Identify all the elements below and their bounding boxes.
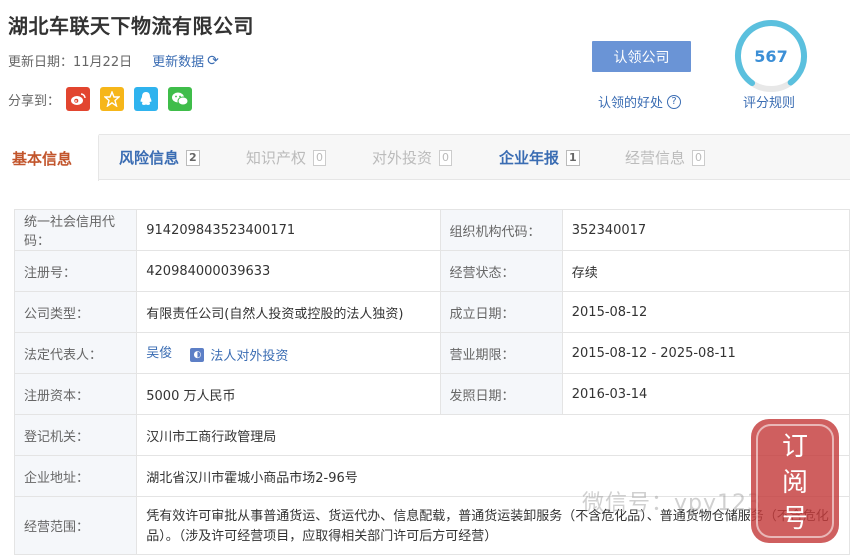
company-type-value: 有限责任公司(自然人投资或控股的法人独资) — [136, 291, 441, 333]
share-row: 分享到： — [8, 87, 193, 111]
score-rules-link[interactable]: 评分规则 — [743, 92, 795, 111]
tab-count-badge: 1 — [566, 149, 580, 166]
claim-benefit-label: 认领的好处 — [598, 96, 664, 111]
org-code-value: 352340017 — [561, 209, 850, 251]
tab-annual-report[interactable]: 企业年报 1 — [499, 135, 580, 180]
tabs-bar: 基本信息 风险信息 2 知识产权 0 对外投资 0 企业年报 1 经营信息 0 — [0, 134, 850, 181]
capital-value: 5000 万人民币 — [136, 373, 441, 415]
founded-label: 成立日期： — [439, 291, 563, 333]
scope-cell: 凭有效许可审批从事普通货运、货运代办、信息配载，普通货运装卸服务（不含危化品）、… — [136, 496, 850, 555]
update-row: 更新日期：11月22日 更新数据 ⟳ — [8, 51, 219, 71]
tab-label: 经营信息 — [625, 149, 686, 167]
refresh-data-link[interactable]: 更新数据 ⟳ — [152, 51, 219, 71]
capital-label: 注册资本： — [13, 373, 138, 415]
founded-value: 2015-08-12 — [561, 291, 850, 333]
legal-rep-cell: 吴俊 ◐ 法人对外投资 — [136, 332, 441, 374]
share-label: 分享到： — [8, 93, 61, 109]
basic-info-table: 统一社会信用代码： 914209843523400171 组织机构代码： 352… — [13, 209, 850, 555]
reg-no-value: 420984000039633 — [136, 250, 441, 292]
rep-investment-label: 法人对外投资 — [210, 349, 289, 365]
claim-company-button[interactable]: 认领公司 — [592, 41, 691, 72]
tab-label: 企业年报 — [499, 149, 560, 167]
tab-intellectual-property[interactable]: 知识产权 0 — [246, 135, 327, 180]
claim-benefit-link[interactable]: 认领的好处 ? — [598, 92, 682, 111]
table-row: 公司类型： 有限责任公司(自然人投资或控股的法人独资) 成立日期： 2015-0… — [13, 291, 850, 333]
status-value: 存续 — [561, 250, 850, 292]
tab-label: 对外投资 — [372, 149, 433, 167]
company-type-label: 公司类型： — [13, 291, 138, 333]
term-label: 营业期限： — [439, 332, 563, 374]
table-row: 注册资本： 5000 万人民币 发照日期： 2016-03-14 — [13, 373, 850, 415]
tab-business-info[interactable]: 经营信息 0 — [625, 135, 706, 180]
authority-label: 登记机关： — [13, 414, 138, 456]
qq-icon[interactable] — [134, 87, 159, 111]
credit-code-label: 统一社会信用代码： — [13, 209, 138, 251]
qzone-icon[interactable] — [100, 87, 125, 111]
rep-investment-link[interactable]: ◐ 法人对外投资 — [190, 345, 288, 364]
scope-label: 经营范围： — [13, 496, 138, 555]
investment-icon: ◐ — [190, 347, 205, 362]
address-label: 企业地址： — [13, 455, 138, 497]
table-row: 经营范围： 凭有效许可审批从事普通货运、货运代办、信息配载，普通货运装卸服务（不… — [13, 496, 850, 555]
update-date: 更新日期：11月22日 — [8, 55, 133, 70]
address-value: 湖北省汉川市霍城小商品市场2-96号 — [136, 455, 850, 497]
tab-count-badge: 0 — [439, 149, 453, 166]
wechat-icon[interactable] — [168, 87, 193, 111]
tab-basic-info[interactable]: 基本信息 — [0, 134, 99, 181]
tab-count-badge: 2 — [186, 149, 200, 166]
refresh-icon: ⟳ — [207, 52, 219, 69]
legal-rep-label: 法定代表人： — [13, 332, 138, 374]
table-row: 法定代表人： 吴俊 ◐ 法人对外投资 营业期限： 2015-08-12 - 20… — [13, 332, 850, 374]
help-icon: ? — [667, 94, 682, 109]
tab-count-badge: 0 — [313, 149, 327, 166]
issue-date-value: 2016-03-14 — [561, 373, 850, 415]
tab-count-badge: 0 — [692, 149, 706, 166]
table-row: 统一社会信用代码： 914209843523400171 组织机构代码： 352… — [13, 209, 850, 251]
table-row: 登记机关： 汉川市工商行政管理局 — [13, 414, 850, 456]
credit-code-value: 914209843523400171 — [136, 209, 441, 251]
issue-date-label: 发照日期： — [439, 373, 563, 415]
score-value: 567 — [754, 46, 788, 66]
tab-label: 知识产权 — [246, 149, 307, 167]
org-code-label: 组织机构代码： — [439, 209, 563, 251]
refresh-label: 更新数据 — [152, 55, 205, 70]
tab-label: 基本信息 — [12, 150, 73, 168]
table-row: 注册号： 420984000039633 经营状态： 存续 — [13, 250, 850, 292]
tab-label: 风险信息 — [119, 149, 180, 167]
scope-value: 凭有效许可审批从事普通货运、货运代办、信息配载，普通货运装卸服务（不含危化品）、… — [146, 508, 829, 544]
tab-risk-info[interactable]: 风险信息 2 — [119, 135, 200, 180]
tab-outbound-investment[interactable]: 对外投资 0 — [372, 135, 453, 180]
company-title: 湖北车联天下物流有限公司 — [8, 14, 254, 38]
status-label: 经营状态： — [439, 250, 563, 292]
term-value: 2015-08-12 - 2025-08-11 — [561, 332, 850, 374]
weibo-icon[interactable] — [66, 87, 91, 111]
reg-no-label: 注册号： — [13, 250, 138, 292]
authority-value: 汉川市工商行政管理局 — [136, 414, 850, 456]
table-row: 企业地址： 湖北省汉川市霍城小商品市场2-96号 — [13, 455, 850, 497]
legal-rep-name-link[interactable]: 吴俊 — [146, 346, 172, 361]
